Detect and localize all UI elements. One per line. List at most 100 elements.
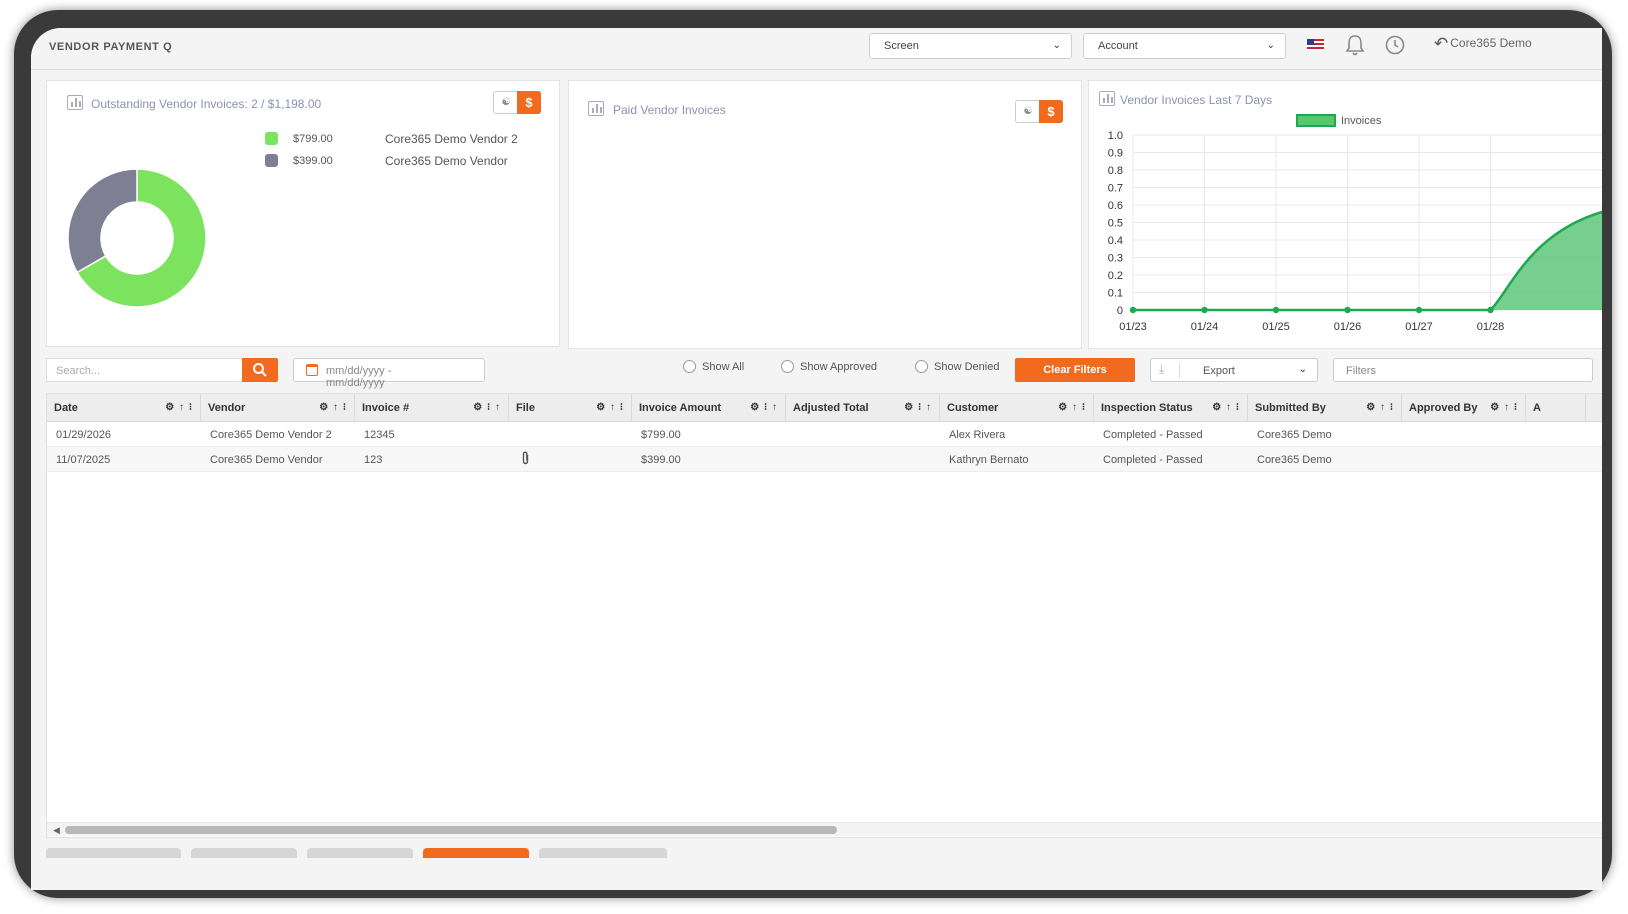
- top-bar: VENDOR PAYMENT Q Screen ⌄ Account ⌄ ↶ Cor…: [31, 28, 1602, 70]
- line-chart: Invoices 0 0.1 0.2 0.3 0.4 0.5 0.6 0.7 0.8 0.9 1.0 0…: [1108, 114, 1602, 333]
- show-all-radio[interactable]: Show All: [683, 360, 744, 373]
- bell-icon[interactable]: [1344, 33, 1366, 63]
- cell-customer: Alex Rivera: [949, 429, 1006, 441]
- user-menu[interactable]: ↶ Core365 Demo: [1434, 34, 1532, 54]
- series-area: [1490, 212, 1602, 310]
- legend-vendor: Core365 Demo Vendor 2: [385, 132, 518, 146]
- clear-filters-button[interactable]: Clear Filters: [1015, 358, 1135, 382]
- donut-chart: [67, 168, 207, 308]
- column-header-inspection-status[interactable]: Inspection Status ⚙ ↑ ⁝: [1094, 394, 1248, 422]
- filters-input[interactable]: Filters: [1333, 358, 1593, 382]
- us-flag-icon[interactable]: [1307, 39, 1324, 51]
- column-header-customer[interactable]: Customer ⚙ ↑ ⁝: [940, 394, 1094, 422]
- legend-vendor: Core365 Demo Vendor: [385, 154, 508, 168]
- table-row[interactable]: 11/07/2025 Core365 Demo Vendor 123 $399.…: [47, 447, 1602, 472]
- cell-invoice-amount: $399.00: [641, 454, 681, 466]
- show-all-label: Show All: [702, 361, 745, 373]
- column-controls-icon[interactable]: ⚙ ↑ ⁝: [1212, 402, 1240, 413]
- bottom-tab[interactable]: [191, 848, 297, 858]
- show-approved-radio[interactable]: Show Approved: [781, 360, 877, 373]
- column-controls-icon[interactable]: ⚙ ⁝ ↑: [904, 402, 932, 413]
- bottom-tab[interactable]: [539, 848, 667, 858]
- cell-invoice-amount: $799.00: [641, 429, 681, 441]
- data-point[interactable]: [1487, 306, 1494, 314]
- account-select[interactable]: Account ⌄: [1083, 33, 1286, 59]
- y-tick-label: 0.1: [1108, 288, 1123, 300]
- cell-submitted-by: Core365 Demo: [1257, 429, 1332, 441]
- table-row[interactable]: 01/29/2026 Core365 Demo Vendor 2 12345 $…: [47, 422, 1602, 447]
- column-label: A: [1533, 402, 1541, 414]
- people-icon[interactable]: ☯: [494, 92, 518, 113]
- column-controls-icon[interactable]: ⚙ ↑ ⁝: [319, 402, 347, 413]
- column-header-file[interactable]: File ⚙ ↑ ⁝: [509, 394, 632, 422]
- cell-submitted-by: Core365 Demo: [1257, 454, 1332, 466]
- people-icon[interactable]: ☯: [1016, 101, 1040, 122]
- column-controls-icon[interactable]: ⚙ ↑ ⁝: [1490, 402, 1518, 413]
- y-tick-label: 0.5: [1108, 218, 1123, 230]
- show-denied-radio[interactable]: Show Denied: [915, 360, 999, 373]
- date-range-input[interactable]: mm/dd/yyyy - mm/dd/yyyy: [293, 358, 485, 389]
- legend-amount: $399.00: [293, 155, 333, 167]
- bottom-tab[interactable]: [46, 848, 181, 858]
- column-header-approved-by[interactable]: Approved By ⚙ ↑ ⁝: [1402, 394, 1526, 422]
- legend-swatch: [1296, 114, 1336, 127]
- cell-date: 11/07/2025: [56, 454, 111, 466]
- column-header-next[interactable]: A: [1526, 394, 1586, 422]
- column-header-submitted-by[interactable]: Submitted By ⚙ ↑ ⁝: [1248, 394, 1402, 422]
- column-controls-icon[interactable]: ⚙ ↑ ⁝: [596, 402, 624, 413]
- x-tick-label: 01/27: [1405, 321, 1433, 333]
- column-controls-icon[interactable]: ⚙ ⁝ ↑: [750, 402, 778, 413]
- donut-slice[interactable]: [67, 168, 138, 274]
- data-point[interactable]: [1344, 306, 1351, 314]
- search-button[interactable]: [242, 358, 278, 382]
- column-header-invoice-number[interactable]: Invoice # ⚙ ⁝ ↑: [355, 394, 509, 422]
- cell-vendor: Core365 Demo Vendor: [210, 454, 323, 466]
- column-header-adjusted-total[interactable]: Adjusted Total ⚙ ⁝ ↑: [786, 394, 940, 422]
- x-tick-label: 01/28: [1477, 321, 1505, 333]
- export-select[interactable]: ⤓ Export ⌄: [1150, 358, 1318, 382]
- column-controls-icon[interactable]: ⚙ ↑ ⁝: [165, 402, 193, 413]
- column-controls-icon[interactable]: ⚙ ↑ ⁝: [1058, 402, 1086, 413]
- scrollbar-thumb[interactable]: [65, 826, 837, 834]
- legend-label: Invoices: [1341, 115, 1382, 127]
- scroll-left-icon[interactable]: ◀: [53, 825, 60, 836]
- column-header-invoice-amount[interactable]: Invoice Amount ⚙ ⁝ ↑: [632, 394, 786, 422]
- horizontal-scrollbar[interactable]: ◀: [47, 822, 1602, 836]
- data-point[interactable]: [1415, 306, 1423, 314]
- column-label: File: [516, 402, 535, 414]
- screen-select[interactable]: Screen ⌄: [869, 33, 1072, 59]
- y-tick-label: 0.8: [1108, 165, 1123, 177]
- account-select-label: Account: [1098, 40, 1138, 52]
- paperclip-icon[interactable]: [521, 451, 530, 468]
- column-controls-icon[interactable]: ⚙ ⁝ ↑: [473, 402, 501, 413]
- data-point[interactable]: [1201, 306, 1208, 314]
- y-tick-label: 0.9: [1108, 148, 1123, 160]
- cell-invoice-number: 12345: [364, 429, 395, 441]
- invoice-table: Date ⚙ ↑ ⁝ Vendor ⚙ ↑ ⁝ Invoice # ⚙ ⁝ ↑ Fil…: [46, 393, 1602, 838]
- legend-swatch-green: [265, 132, 278, 145]
- column-header-date[interactable]: Date ⚙ ↑ ⁝: [47, 394, 201, 422]
- last7-card-title: Vendor Invoices Last 7 Days: [1120, 93, 1273, 107]
- bar-chart-icon: [588, 101, 604, 116]
- column-label: Customer: [947, 402, 999, 414]
- data-point[interactable]: [1129, 306, 1137, 314]
- count-amount-toggle[interactable]: ☯ $: [493, 91, 541, 114]
- data-point[interactable]: [1272, 306, 1280, 314]
- cell-customer: Kathryn Bernato: [949, 454, 1029, 466]
- search-input[interactable]: Search...: [46, 358, 243, 382]
- bottom-tab[interactable]: [307, 848, 413, 858]
- search-icon: [253, 363, 267, 377]
- cell-inspection-status: Completed - Passed: [1103, 429, 1203, 441]
- download-icon: ⤓: [1159, 362, 1165, 376]
- bottom-tab-active[interactable]: [423, 848, 529, 858]
- column-header-vendor[interactable]: Vendor ⚙ ↑ ⁝: [201, 394, 355, 422]
- y-tick-label: 0.3: [1108, 253, 1123, 265]
- column-controls-icon[interactable]: ⚙ ↑ ⁝: [1366, 402, 1394, 413]
- dollar-toggle-button[interactable]: $: [517, 91, 541, 114]
- clock-icon[interactable]: [1384, 33, 1406, 61]
- count-amount-toggle[interactable]: ☯ $: [1015, 100, 1063, 123]
- y-tick-label: 0.6: [1108, 200, 1123, 212]
- paid-invoices-card: Paid Vendor Invoices ☯ $: [568, 80, 1082, 349]
- cell-vendor: Core365 Demo Vendor 2: [210, 429, 332, 441]
- dollar-toggle-button[interactable]: $: [1039, 100, 1063, 123]
